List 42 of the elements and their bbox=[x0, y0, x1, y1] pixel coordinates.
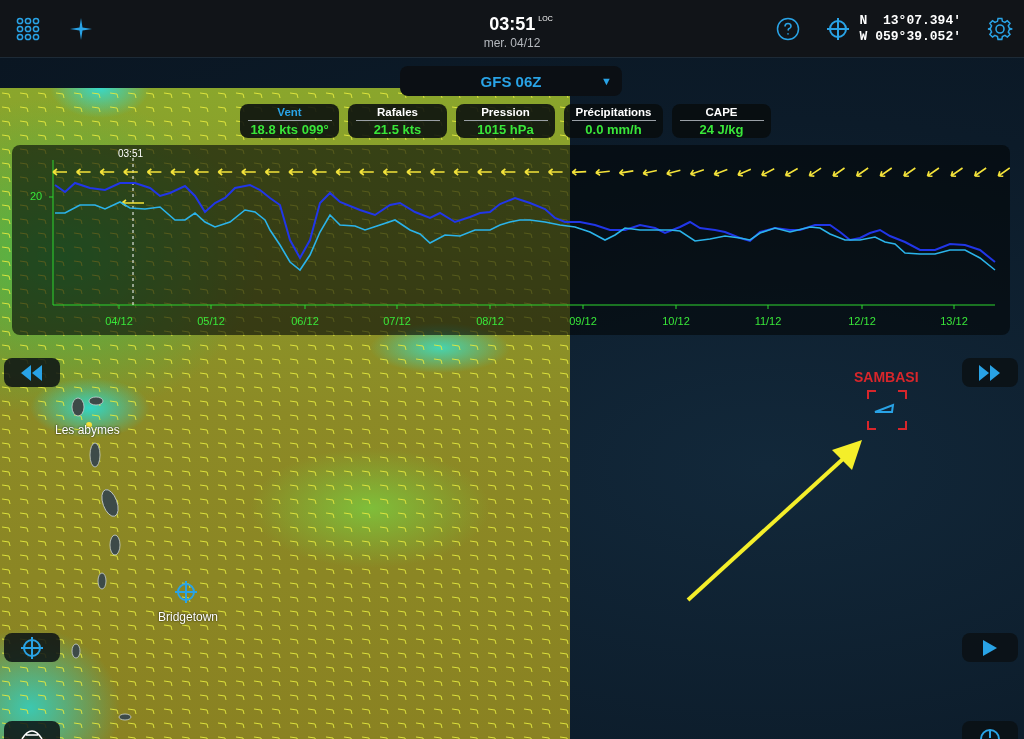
x-tick-label: 06/12 bbox=[290, 315, 320, 327]
x-tick-label: 09/12 bbox=[568, 315, 598, 327]
x-tick-label: 13/12 bbox=[939, 315, 969, 327]
data-tab[interactable]: CAPE 24 J/kg bbox=[672, 104, 771, 138]
y-tick-label: 20 bbox=[30, 190, 43, 202]
x-tick-label: 10/12 bbox=[661, 315, 691, 327]
crosshair-icon bbox=[20, 635, 44, 660]
data-tab[interactable]: Vent 18.8 kts 099° bbox=[240, 104, 339, 138]
x-tick-label: 05/12 bbox=[196, 315, 226, 327]
fast-forward-icon bbox=[979, 364, 1001, 381]
rewind-button[interactable] bbox=[4, 358, 60, 387]
x-tick-label: 11/12 bbox=[753, 315, 783, 327]
play-icon bbox=[983, 639, 997, 656]
vessel-label: SAMBASI bbox=[854, 369, 919, 385]
data-tab[interactable]: Précipitations 0.0 mm/h bbox=[564, 104, 663, 138]
help-icon[interactable] bbox=[775, 16, 800, 41]
clock-time: 03:51 bbox=[489, 14, 536, 34]
clock-button[interactable] bbox=[962, 721, 1018, 739]
rewind-icon bbox=[21, 364, 43, 381]
x-tick-label: 12/12 bbox=[847, 315, 877, 327]
play-button[interactable] bbox=[962, 633, 1018, 662]
x-tick-label: 08/12 bbox=[475, 315, 505, 327]
date-label: mer. 04/12 bbox=[483, 36, 541, 50]
data-tab[interactable]: Pression 1015 hPa bbox=[456, 104, 555, 138]
wind-marker-icon bbox=[121, 199, 145, 207]
settings-icon[interactable] bbox=[987, 15, 1013, 42]
vessel-target-icon bbox=[867, 390, 907, 430]
latitude-readout: N 13°07.394' bbox=[859, 12, 961, 29]
x-tick-label: 04/12 bbox=[104, 315, 134, 327]
data-tab[interactable]: Rafales 21.5 kts bbox=[348, 104, 447, 138]
grid-menu-icon[interactable] bbox=[16, 16, 40, 41]
place-label: Bridgetown bbox=[158, 610, 219, 624]
map-mode-button[interactable] bbox=[4, 721, 60, 739]
fast-forward-button[interactable] bbox=[962, 358, 1018, 387]
crosshair-icon[interactable] bbox=[825, 16, 850, 41]
x-tick-label: 07/12 bbox=[382, 315, 412, 327]
cursor-time-label: 03:51 bbox=[118, 148, 144, 159]
place-label: Les abymes bbox=[55, 423, 120, 437]
model-dropdown[interactable]: GFS 06Z ▼ bbox=[400, 66, 622, 96]
crosshair-icon bbox=[174, 580, 198, 604]
locate-button[interactable] bbox=[4, 633, 60, 662]
longitude-readout: W 059°39.052' bbox=[859, 28, 961, 45]
